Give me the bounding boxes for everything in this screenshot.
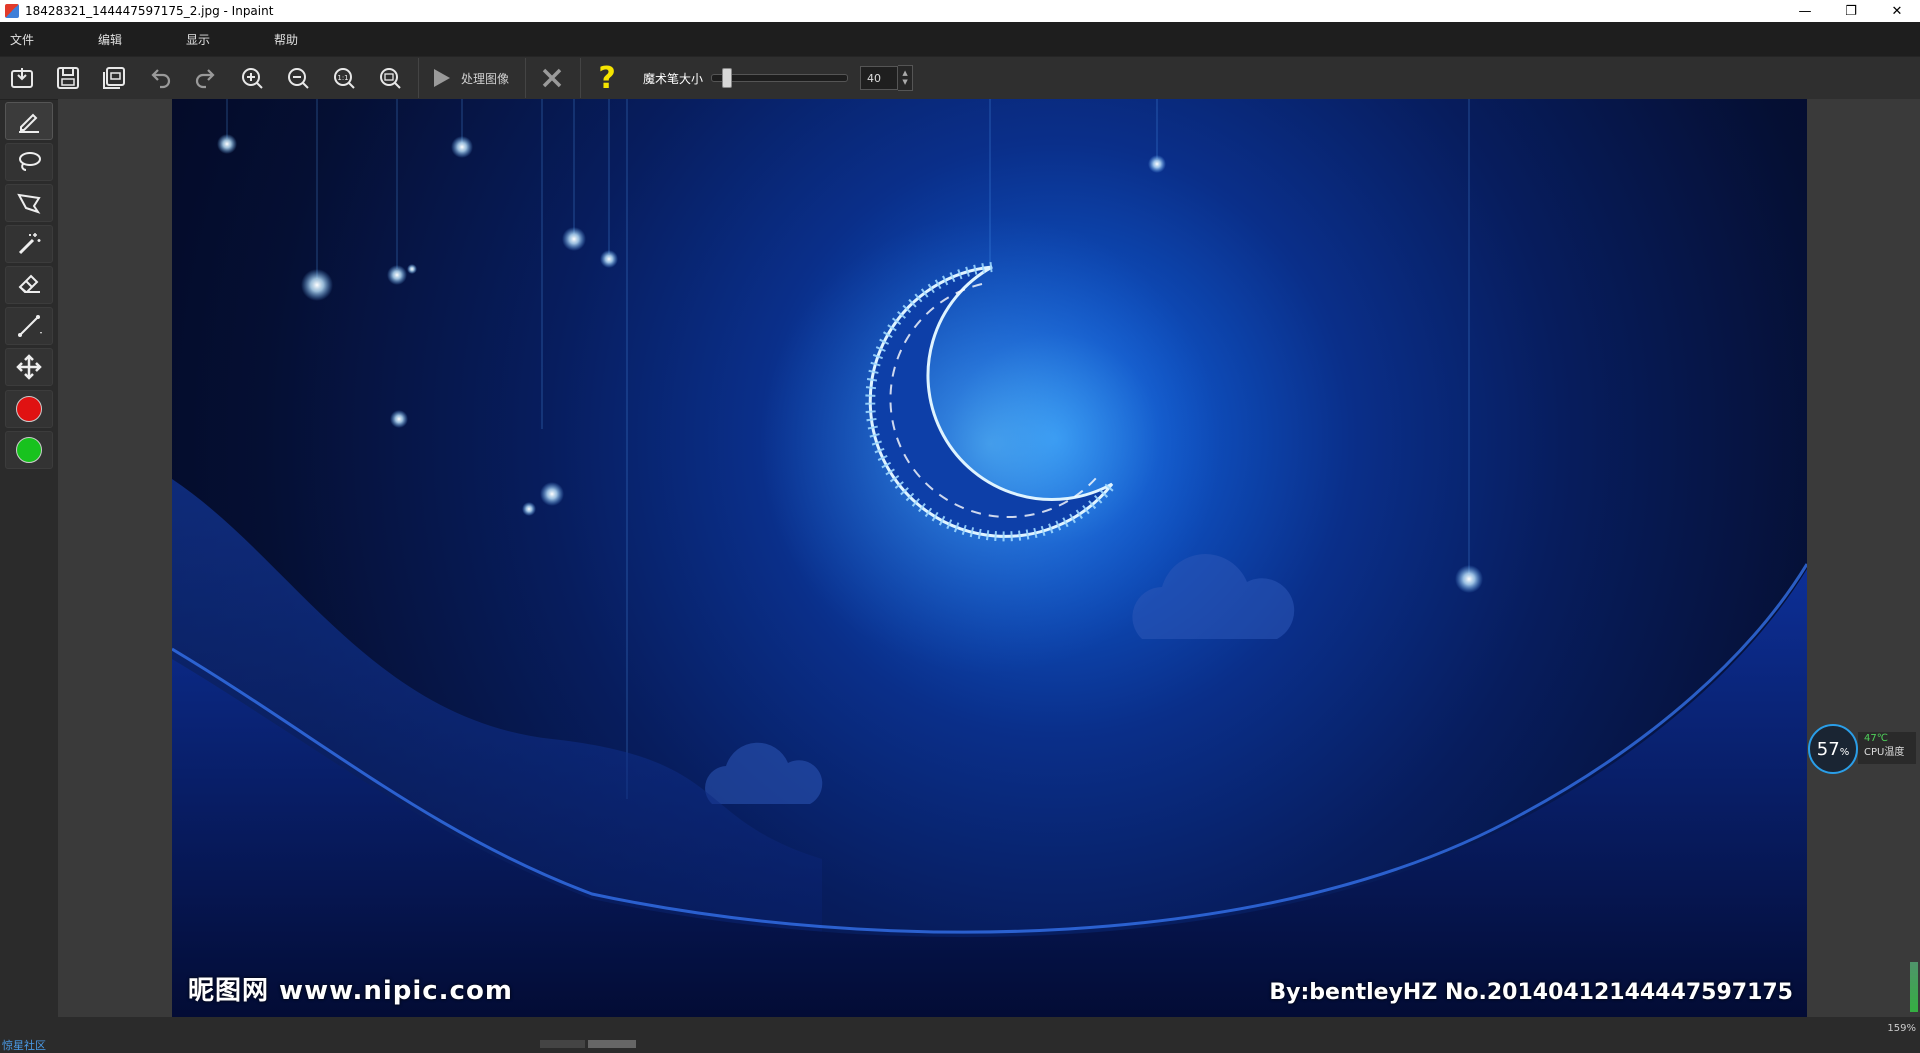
level-meter [1910, 962, 1918, 1012]
line-icon [18, 315, 42, 337]
taskbar-item[interactable] [588, 1040, 636, 1048]
menu-file[interactable]: 文件 [0, 31, 50, 48]
brush-size-stepper[interactable]: ▲ ▼ [898, 65, 914, 91]
redo-icon [195, 69, 215, 89]
taskbar-item[interactable] [540, 1040, 585, 1048]
redo-button[interactable] [188, 60, 224, 96]
cpu-temperature-label: CPU温度 [1864, 747, 1905, 758]
brush-size-slider-knob[interactable] [722, 68, 733, 88]
eraser-tool[interactable] [5, 266, 53, 304]
polygon-lasso-icon [17, 193, 41, 214]
toolbar-separator [418, 58, 419, 98]
cpu-usage-unit: % [1839, 746, 1850, 758]
magic-wand-icon [18, 233, 41, 255]
save-as-icon [103, 67, 125, 89]
zoom-level: 159% [1887, 1023, 1916, 1034]
window-title: 18428321_144447597175_2.jpg - Inpaint [25, 4, 274, 18]
cpu-usage-value: 57 [1816, 738, 1840, 760]
cpu-usage-ring: 57% [1808, 724, 1858, 774]
night-moon-scene [172, 99, 1807, 1017]
marker-pen-icon [19, 113, 39, 133]
svg-text:1:1: 1:1 [337, 74, 348, 82]
brush-size-label: 魔术笔大小 [643, 71, 704, 86]
lasso-icon [19, 152, 41, 171]
watermark-left: 昵图网 www.nipic.com [188, 976, 513, 1006]
red-marker-color[interactable] [5, 390, 53, 428]
process-image-label: 处理图像 [461, 71, 510, 86]
zoom-in-icon [242, 68, 263, 89]
play-icon [434, 69, 450, 87]
app-icon [5, 4, 19, 18]
lasso-tool[interactable] [5, 143, 53, 181]
zoom-actual-size-icon: 1:1 [334, 68, 355, 89]
minimize-button[interactable]: — [1782, 0, 1828, 22]
green-marker-color[interactable] [5, 431, 53, 469]
brush-size-slider[interactable] [711, 68, 849, 88]
menu-bar: 文件 编辑 显示 帮助 [0, 22, 1920, 56]
cpu-temperature: 47℃ [1864, 733, 1888, 744]
image-canvas[interactable]: 昵图网 www.nipic.com By:bentleyHZ No.201404… [172, 99, 1807, 1017]
status-bar: 159% 惊星社区 [0, 962, 1920, 1052]
process-image-button[interactable]: 处理图像 [423, 60, 521, 96]
brush-size-input[interactable]: 40 [860, 66, 899, 90]
restore-button[interactable]: ❐ [1828, 0, 1874, 22]
move-tool[interactable] [5, 348, 53, 386]
eraser-icon [18, 274, 40, 293]
cpu-monitor-widget[interactable]: 57% 47℃ CPU温度 [1808, 724, 1920, 774]
line-tool[interactable] [5, 307, 53, 345]
fit-window-button[interactable] [372, 60, 408, 96]
polygon-lasso-tool[interactable] [5, 184, 53, 222]
main-toolbar: 1:1 处理图像 ? 魔术笔大小 40 ▲ ▼ [0, 56, 1920, 100]
magic-wand-tool[interactable] [5, 225, 53, 263]
actual-size-button[interactable]: 1:1 [326, 60, 362, 96]
taskbar-link[interactable]: 惊星社区 [2, 1037, 46, 1053]
cancel-button[interactable] [534, 60, 570, 96]
menu-view[interactable]: 显示 [176, 31, 226, 48]
save-button[interactable] [50, 60, 86, 96]
watermark-right: By:bentleyHZ No.20140412144447597175 [1269, 980, 1793, 1005]
green-color-swatch [16, 437, 42, 463]
close-button[interactable]: ✕ [1874, 0, 1920, 22]
open-button[interactable] [4, 60, 40, 96]
help-question-icon: ? [598, 60, 616, 96]
marker-tool[interactable] [5, 102, 53, 140]
open-icon [11, 68, 33, 88]
title-bar: 18428321_144447597175_2.jpg - Inpaint — … [0, 0, 1920, 22]
cpu-info-panel: 47℃ CPU温度 [1858, 732, 1916, 764]
toolbar-separator [580, 58, 582, 98]
tool-palette [5, 102, 55, 472]
undo-button[interactable] [142, 60, 178, 96]
zoom-in-button[interactable] [234, 60, 270, 96]
move-arrows-icon [16, 354, 42, 380]
zoom-fit-icon [380, 68, 401, 89]
save-as-button[interactable] [96, 60, 132, 96]
close-x-icon [542, 68, 562, 88]
zoom-out-icon [288, 68, 309, 89]
menu-edit[interactable]: 编辑 [88, 31, 138, 48]
zoom-out-button[interactable] [280, 60, 316, 96]
red-color-swatch [16, 396, 42, 422]
toolbar-separator [525, 58, 527, 98]
menu-help[interactable]: 帮助 [264, 31, 314, 48]
save-icon [57, 67, 79, 89]
stepper-up-icon[interactable]: ▲ [902, 69, 907, 78]
help-button[interactable]: ? [589, 60, 625, 96]
undo-icon [151, 69, 171, 89]
stepper-down-icon[interactable]: ▼ [902, 78, 907, 87]
